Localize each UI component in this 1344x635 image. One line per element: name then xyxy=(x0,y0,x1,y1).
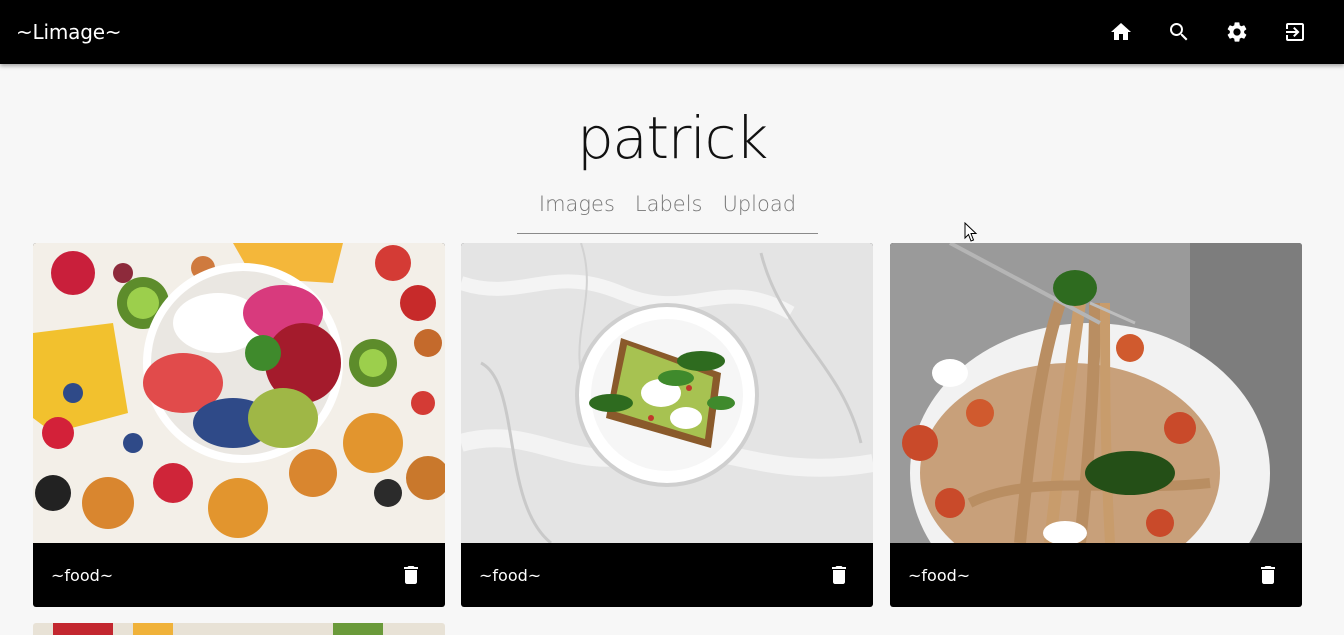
spaghetti-photo[interactable] xyxy=(890,243,1302,543)
logout-icon[interactable] xyxy=(1266,0,1324,64)
card-footer: ~food~ xyxy=(461,543,873,607)
settings-icon[interactable] xyxy=(1208,0,1266,64)
image-card: ~food~ xyxy=(890,243,1302,607)
tab-images[interactable]: Images xyxy=(539,190,615,233)
card-label: ~food~ xyxy=(908,566,971,585)
image-card-partial[interactable] xyxy=(33,623,445,635)
card-footer: ~food~ xyxy=(33,543,445,607)
image-card: ~food~ xyxy=(33,243,445,607)
trash-icon[interactable] xyxy=(399,563,423,587)
home-icon[interactable] xyxy=(1092,0,1150,64)
profile-tabs: Images Labels Upload xyxy=(517,190,818,234)
avocado-toast-photo[interactable] xyxy=(461,243,873,543)
mouse-cursor-icon xyxy=(964,222,978,242)
brand-title[interactable]: ~Limage~ xyxy=(16,20,122,44)
card-footer: ~food~ xyxy=(890,543,1302,607)
tab-upload[interactable]: Upload xyxy=(722,190,796,233)
profile-username: patrick xyxy=(576,104,769,172)
trash-icon[interactable] xyxy=(1256,563,1280,587)
card-label: ~food~ xyxy=(479,566,542,585)
search-icon[interactable] xyxy=(1150,0,1208,64)
card-label: ~food~ xyxy=(51,566,114,585)
image-card: ~food~ xyxy=(461,243,873,607)
top-app-bar: ~Limage~ xyxy=(0,0,1344,64)
trash-icon[interactable] xyxy=(827,563,851,587)
fruit-bowl-photo[interactable] xyxy=(33,243,445,543)
nav-actions xyxy=(1092,0,1324,64)
tab-labels[interactable]: Labels xyxy=(635,190,703,233)
